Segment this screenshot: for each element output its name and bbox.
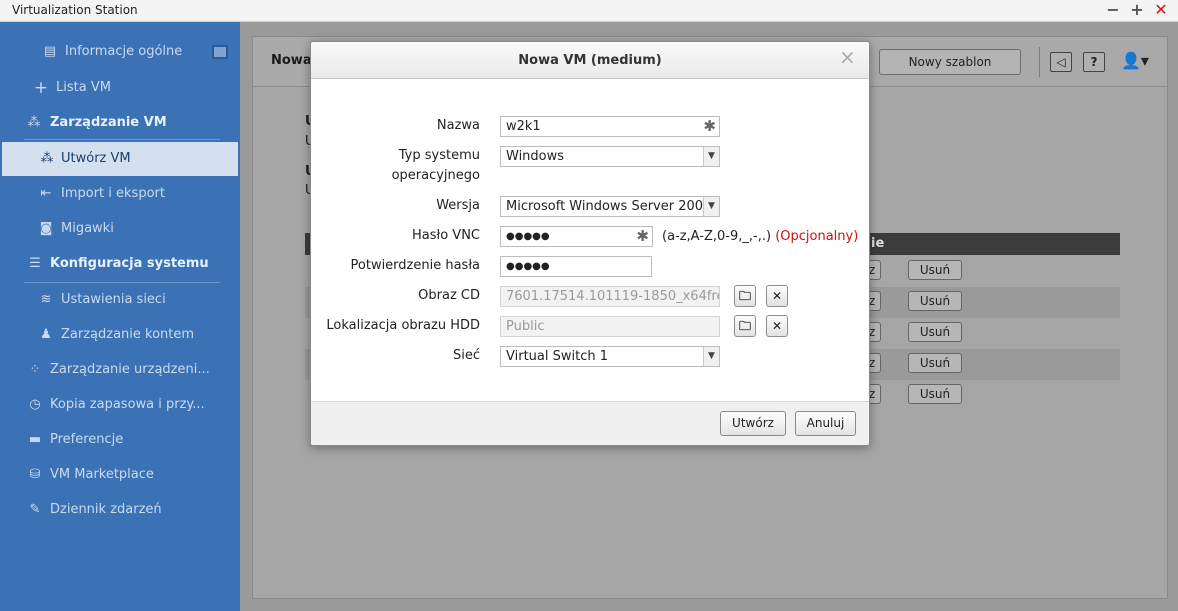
vnc-password-hint: (a-z,A-Z,0-9,_,-,.) (Opcjonalny) [662,229,858,244]
plus-icon: + [33,78,49,98]
new-vm-dialog: Nowa VM (medium) × Nazwa w2k1 ✱ Typ syst… [310,41,870,446]
dialog-header: Nowa VM (medium) × [311,42,869,79]
sidebar-divider [24,139,220,140]
sidebar-item-backup[interactable]: ◷ Kopia zapasowa i przy... [0,389,240,421]
browse-folder-icon[interactable]: 🗀 [734,285,756,307]
close-icon[interactable]: ✕ [1152,1,1170,19]
page-title: Nowa [271,53,312,68]
chevron-down-icon[interactable]: ▼ [703,147,719,166]
sidebar-item-import-export[interactable]: ⇤ Import i eksport [0,178,240,210]
sidebar-section-system-config[interactable]: ☰ Konfiguracja systemu [0,248,240,280]
sidebar-item-account-management[interactable]: ♟ Zarządzanie kontem [0,319,240,351]
confirm-password-value: ●●●●● [506,261,550,272]
device-icon: ⁘ [29,362,41,377]
os-type-label-2: operacyjnego [391,168,480,183]
delete-button[interactable]: Usuń [908,260,962,280]
dialog-title: Nowa VM (medium) [518,53,662,68]
optional-tag: (Opcjonalny) [775,229,859,244]
user-menu-icon[interactable]: 👤▾ [1121,51,1149,70]
browse-folder-icon[interactable]: 🗀 [734,315,756,337]
clear-icon[interactable]: ✕ [766,315,788,337]
title-bar: Virtualization Station − + ✕ [0,0,1178,22]
version-value: Microsoft Windows Server 2008 [506,199,712,214]
name-label: Nazwa [436,118,480,133]
cd-image-value: 7601.17514.101119-1850_x64fre [506,289,720,304]
app-title: Virtualization Station [12,3,138,17]
help-icon[interactable]: ? [1083,52,1105,72]
delete-button[interactable]: Usuń [908,353,962,373]
column-header: ie [871,236,885,251]
network-value: Virtual Switch 1 [506,349,608,364]
vnc-password-field[interactable]: ●●●●● ✱ [500,226,653,247]
minimize-icon[interactable]: − [1104,1,1122,19]
sidebar-item-create-vm[interactable]: ⁂ Utwórz VM [2,142,238,176]
sidebar-item-device-management[interactable]: ⁘ Zarządzanie urządzeni... [0,354,240,386]
vnc-hint-text: (a-z,A-Z,0-9,_,-,.) [662,229,772,244]
version-select[interactable]: Microsoft Windows Server 2008 ▼ [500,196,720,217]
sidebar-item-snapshots[interactable]: ◙ Migawki [0,213,240,245]
name-field[interactable]: w2k1 ✱ [500,116,720,137]
speaker-icon[interactable]: ◁ [1050,52,1072,72]
delete-button[interactable]: Usuń [908,384,962,404]
network-label: Sieć [452,348,480,363]
os-type-value: Windows [506,149,565,164]
chevron-down-icon[interactable]: ▼ [703,347,719,366]
close-icon[interactable]: × [839,45,856,69]
delete-button[interactable]: Usuń [908,291,962,311]
os-type-select[interactable]: Windows ▼ [500,146,720,167]
version-label: Wersja [436,198,480,213]
hdd-location-label: Lokalizacja obrazu HDD [326,318,480,333]
hdd-location-value: Public [506,319,545,334]
delete-button[interactable]: Usuń [908,322,962,342]
account-icon: ♟ [40,327,52,342]
dialog-footer: Utwórz Anuluj [311,401,869,445]
network-icon: ≋ [40,292,52,307]
required-icon: ✱ [703,117,716,135]
required-icon: ✱ [636,227,649,245]
maximize-icon[interactable]: + [1128,1,1146,19]
name-value: w2k1 [506,119,541,134]
sidebar-item-vm-list[interactable]: + Lista VM [0,72,240,104]
camera-icon: ◙ [39,221,53,236]
sidebar-section-vm-management[interactable]: ⁂ Zarządzanie VM [0,107,240,139]
create-button[interactable]: Utwórz [720,411,786,436]
network-select[interactable]: Virtual Switch 1 ▼ [500,346,720,367]
cd-image-field[interactable]: 7601.17514.101119-1850_x64fre [500,286,720,307]
vnc-password-label: Hasło VNC [412,228,480,243]
hdd-location-field[interactable]: Public [500,316,720,337]
sidebar-item-event-log[interactable]: ✎ Dziennik zdarzeń [0,494,240,526]
backup-icon: ◷ [29,397,41,412]
vm-management-icon: ⁂ [27,115,41,130]
settings-sliders-icon: ☰ [29,256,41,271]
log-icon: ✎ [29,502,41,517]
sidebar-item-network-settings[interactable]: ≋ Ustawienia sieci [0,284,240,316]
overview-icon: ▤ [43,44,57,59]
sidebar-item-vm-marketplace[interactable]: ⛁ VM Marketplace [0,459,240,491]
sidebar: ▤ Informacje ogólne + Lista VM ⁂ Zarządz… [0,22,240,611]
clear-icon[interactable]: ✕ [766,285,788,307]
os-type-label: Typ systemu [398,148,480,163]
sidebar-item-overview[interactable]: ▤ Informacje ogólne [0,36,240,68]
new-template-button[interactable]: Nowy szablon [879,49,1021,75]
header-divider [1039,47,1040,77]
vnc-password-value: ●●●●● [506,231,550,242]
sidebar-item-preferences[interactable]: ▬ Preferencje [0,424,240,456]
chevron-down-icon[interactable]: ▼ [703,197,719,216]
confirm-password-label: Potwierdzenie hasła [350,258,480,273]
sidebar-divider [24,282,220,283]
import-export-icon: ⇤ [40,186,52,201]
cancel-button[interactable]: Anuluj [795,411,856,436]
marketplace-icon: ⛁ [29,467,41,482]
confirm-password-field[interactable]: ●●●●● [500,256,652,277]
preferences-icon: ▬ [28,432,42,447]
create-vm-icon: ⁂ [40,151,54,166]
cd-image-label: Obraz CD [418,288,480,303]
